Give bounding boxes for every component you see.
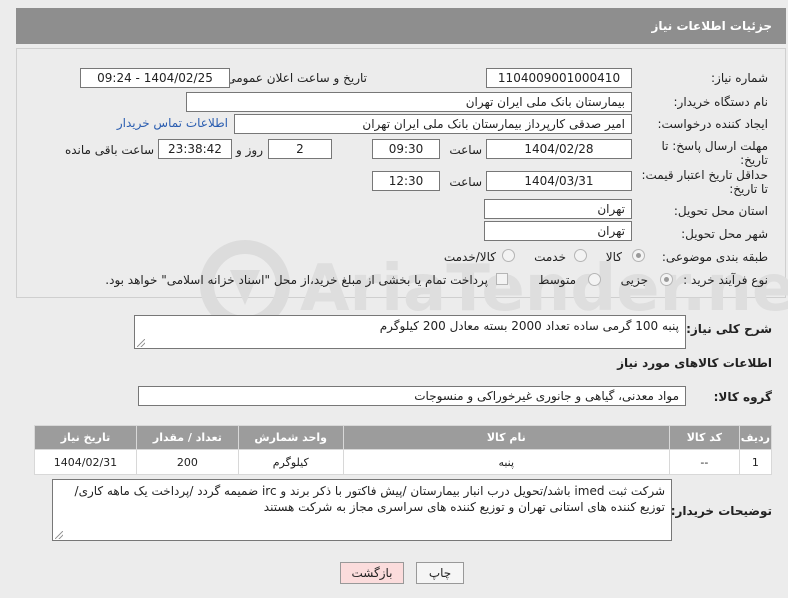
notes-textarea[interactable]: شرکت ثبت imed باشد/تحویل درب انبار بیمار… [52,479,672,541]
col-qty-header: تعداد / مقدار [135,425,239,450]
cell-qty: 200 [135,449,239,475]
process-medium-label: متوسط [538,273,576,287]
buyer-label: نام دستگاه خریدار: [673,95,769,109]
col-date-header: تاریخ نیاز [34,425,137,450]
page-title: جزئیات اطلاعات نیاز [651,19,772,33]
province-label: استان محل تحویل: [673,204,768,218]
creator-label: ایجاد کننده درخواست: [657,117,768,131]
col-unit-header: واحد شمارش [237,425,344,450]
announce-field[interactable]: 1404/02/25 - 09:24 [80,68,230,88]
creator-field[interactable]: امیر صدقی کارپرداز بیمارستان بانک ملی ای… [234,114,632,134]
buyer-contact-link[interactable]: اطلاعات تماس خریدار [117,116,228,130]
city-field[interactable]: تهران [484,221,632,241]
notes-text: شرکت ثبت imed باشد/تحویل درب انبار بیمار… [74,484,665,514]
category-label: طبقه بندی موضوعی: [661,250,768,264]
process-label: نوع فرآیند خرید : [683,273,768,287]
validity-time-field[interactable]: 12:30 [372,171,440,191]
col-name-header: نام کالا [342,425,670,450]
days-field[interactable]: 2 [268,139,332,159]
cell-date: 1404/02/31 [34,449,137,475]
city-label: شهر محل تحویل: [681,227,768,241]
remaining-time-field[interactable]: 23:38:42 [158,139,232,159]
province-field[interactable]: تهران [484,199,632,219]
deadline-label: مهلت ارسال پاسخ: تا تاریخ: [661,139,768,167]
goods-section-title: اطلاعات کالاهای مورد نیاز [617,356,772,370]
category-both-radio[interactable] [502,249,515,262]
process-minor-radio[interactable] [660,273,673,286]
cell-code: -- [668,449,740,475]
treasury-payment-checkbox[interactable] [496,273,508,285]
category-goods-label: کالا [605,250,622,264]
goods-table: ردیف کد کالا نام کالا واحد شمارش تعداد /… [34,425,773,475]
category-service-label: خدمت [534,250,566,264]
notes-label: توضیحات خریدار: [670,504,772,518]
cell-row: 1 [738,449,773,475]
deadline-time-field[interactable]: 09:30 [372,139,440,159]
cell-unit: کیلوگرم [237,449,344,475]
deadline-time-label: ساعت [449,143,482,157]
validity-date-field[interactable]: 1404/03/31 [486,171,632,191]
buyer-field[interactable]: بیمارستان بانک ملی ایران تهران [186,92,632,112]
days-label: روز و [236,143,263,157]
category-service-radio[interactable] [574,249,587,262]
process-medium-radio[interactable] [588,273,601,286]
col-code-header: کد کالا [668,425,740,450]
category-both-label: کالا/خدمت [443,250,496,264]
process-minor-label: جزیی [620,273,648,287]
cell-name: پنبه [342,449,670,475]
table-row[interactable]: 1 -- پنبه کیلوگرم 200 1404/02/31 [34,449,773,475]
remaining-label: ساعت باقی مانده [64,143,154,157]
resize-handle-icon[interactable] [137,339,145,347]
table-header-row: ردیف کد کالا نام کالا واحد شمارش تعداد /… [34,425,773,450]
goods-group-field[interactable]: مواد معدنی، گیاهی و جانوری غیرخوراکی و م… [138,386,686,406]
goods-group-label: گروه کالا: [713,390,772,404]
validity-label: حداقل تاریخ اعتبار قیمت: تا تاریخ: [641,168,768,196]
deadline-date-field[interactable]: 1404/02/28 [486,139,632,159]
need-number-label: شماره نیاز: [711,71,768,85]
print-button[interactable]: چاپ [416,562,464,584]
col-row-header: ردیف [738,425,773,450]
validity-time-label: ساعت [449,175,482,189]
summary-textarea[interactable]: پنبه 100 گرمی ساده تعداد 2000 بسته معادل… [134,315,686,349]
page-header: جزئیات اطلاعات نیاز [16,8,786,44]
need-number-field[interactable]: 1104009001000410 [486,68,632,88]
category-goods-radio[interactable] [632,249,645,262]
resize-handle-icon[interactable] [55,531,63,539]
summary-text: پنبه 100 گرمی ساده تعداد 2000 بسته معادل… [379,319,679,333]
treasury-payment-note: پرداخت تمام یا بخشی از مبلغ خرید،از محل … [105,273,488,287]
summary-label: شرح کلی نیاز: [686,322,772,336]
announce-label: تاریخ و ساعت اعلان عمومی: [222,71,367,85]
back-button[interactable]: بازگشت [340,562,404,584]
